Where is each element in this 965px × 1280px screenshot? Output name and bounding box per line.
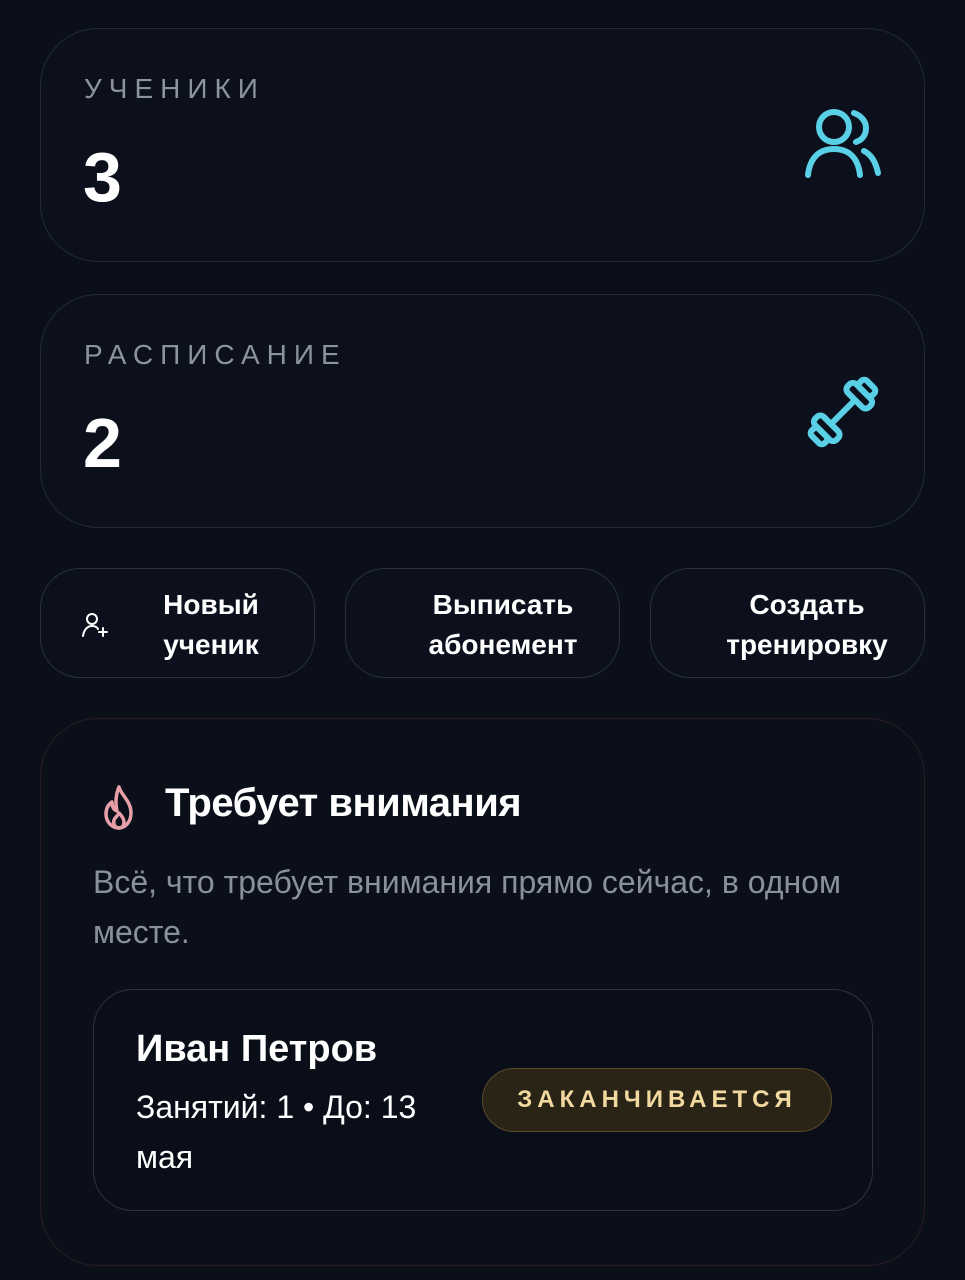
students-stat-card[interactable]: УЧЕНИКИ 3	[40, 28, 925, 262]
new-student-button[interactable]: Новый ученик	[40, 568, 315, 678]
student-name: Иван Петров	[136, 1028, 378, 1070]
create-workout-label-line2: тренировку	[726, 629, 888, 660]
create-workout-label-line1: Создать	[749, 589, 865, 620]
attention-title: Требует внимания	[165, 781, 522, 825]
schedule-stat-label: РАСПИСАНИЕ	[84, 339, 347, 370]
issue-subscription-label-line2: абонемент	[428, 629, 578, 660]
attention-description: Всё, что требует внимания прямо сейчас, …	[93, 864, 841, 950]
attention-panel: Требует внимания Всё, что требует вниман…	[40, 718, 925, 1266]
new-student-label: Новый ученик	[151, 585, 271, 665]
students-stat-label: УЧЕНИКИ	[84, 73, 265, 104]
student-meta: Занятий: 1 • До: 13 мая	[136, 1089, 417, 1175]
flame-icon	[104, 785, 133, 830]
status-badge: ЗАКАНЧИВАЕТСЯ	[482, 1068, 832, 1132]
issue-subscription-button[interactable]: Выписать абонемент	[345, 568, 620, 678]
students-stat-value: 3	[83, 138, 122, 216]
schedule-stat-value: 2	[83, 404, 122, 482]
schedule-stat-card[interactable]: РАСПИСАНИЕ 2	[40, 294, 925, 528]
new-student-label-line2: ученик	[163, 629, 259, 660]
user-plus-icon	[82, 613, 108, 637]
users-icon	[805, 109, 881, 178]
attention-item[interactable]: Иван Петров Занятий: 1 • До: 13 мая ЗАКА…	[93, 989, 873, 1211]
new-student-label-line1: Новый	[163, 589, 259, 620]
issue-subscription-label: Выписать абонемент	[384, 585, 622, 665]
dashboard: УЧЕНИКИ 3 РАСПИСАНИЕ 2 Новый ученик Выпи…	[0, 0, 965, 1280]
create-workout-button[interactable]: Создать тренировку	[650, 568, 925, 678]
issue-subscription-label-line1: Выписать	[432, 589, 574, 620]
create-workout-label: Создать тренировку	[687, 585, 927, 665]
dumbbell-icon	[807, 376, 879, 448]
